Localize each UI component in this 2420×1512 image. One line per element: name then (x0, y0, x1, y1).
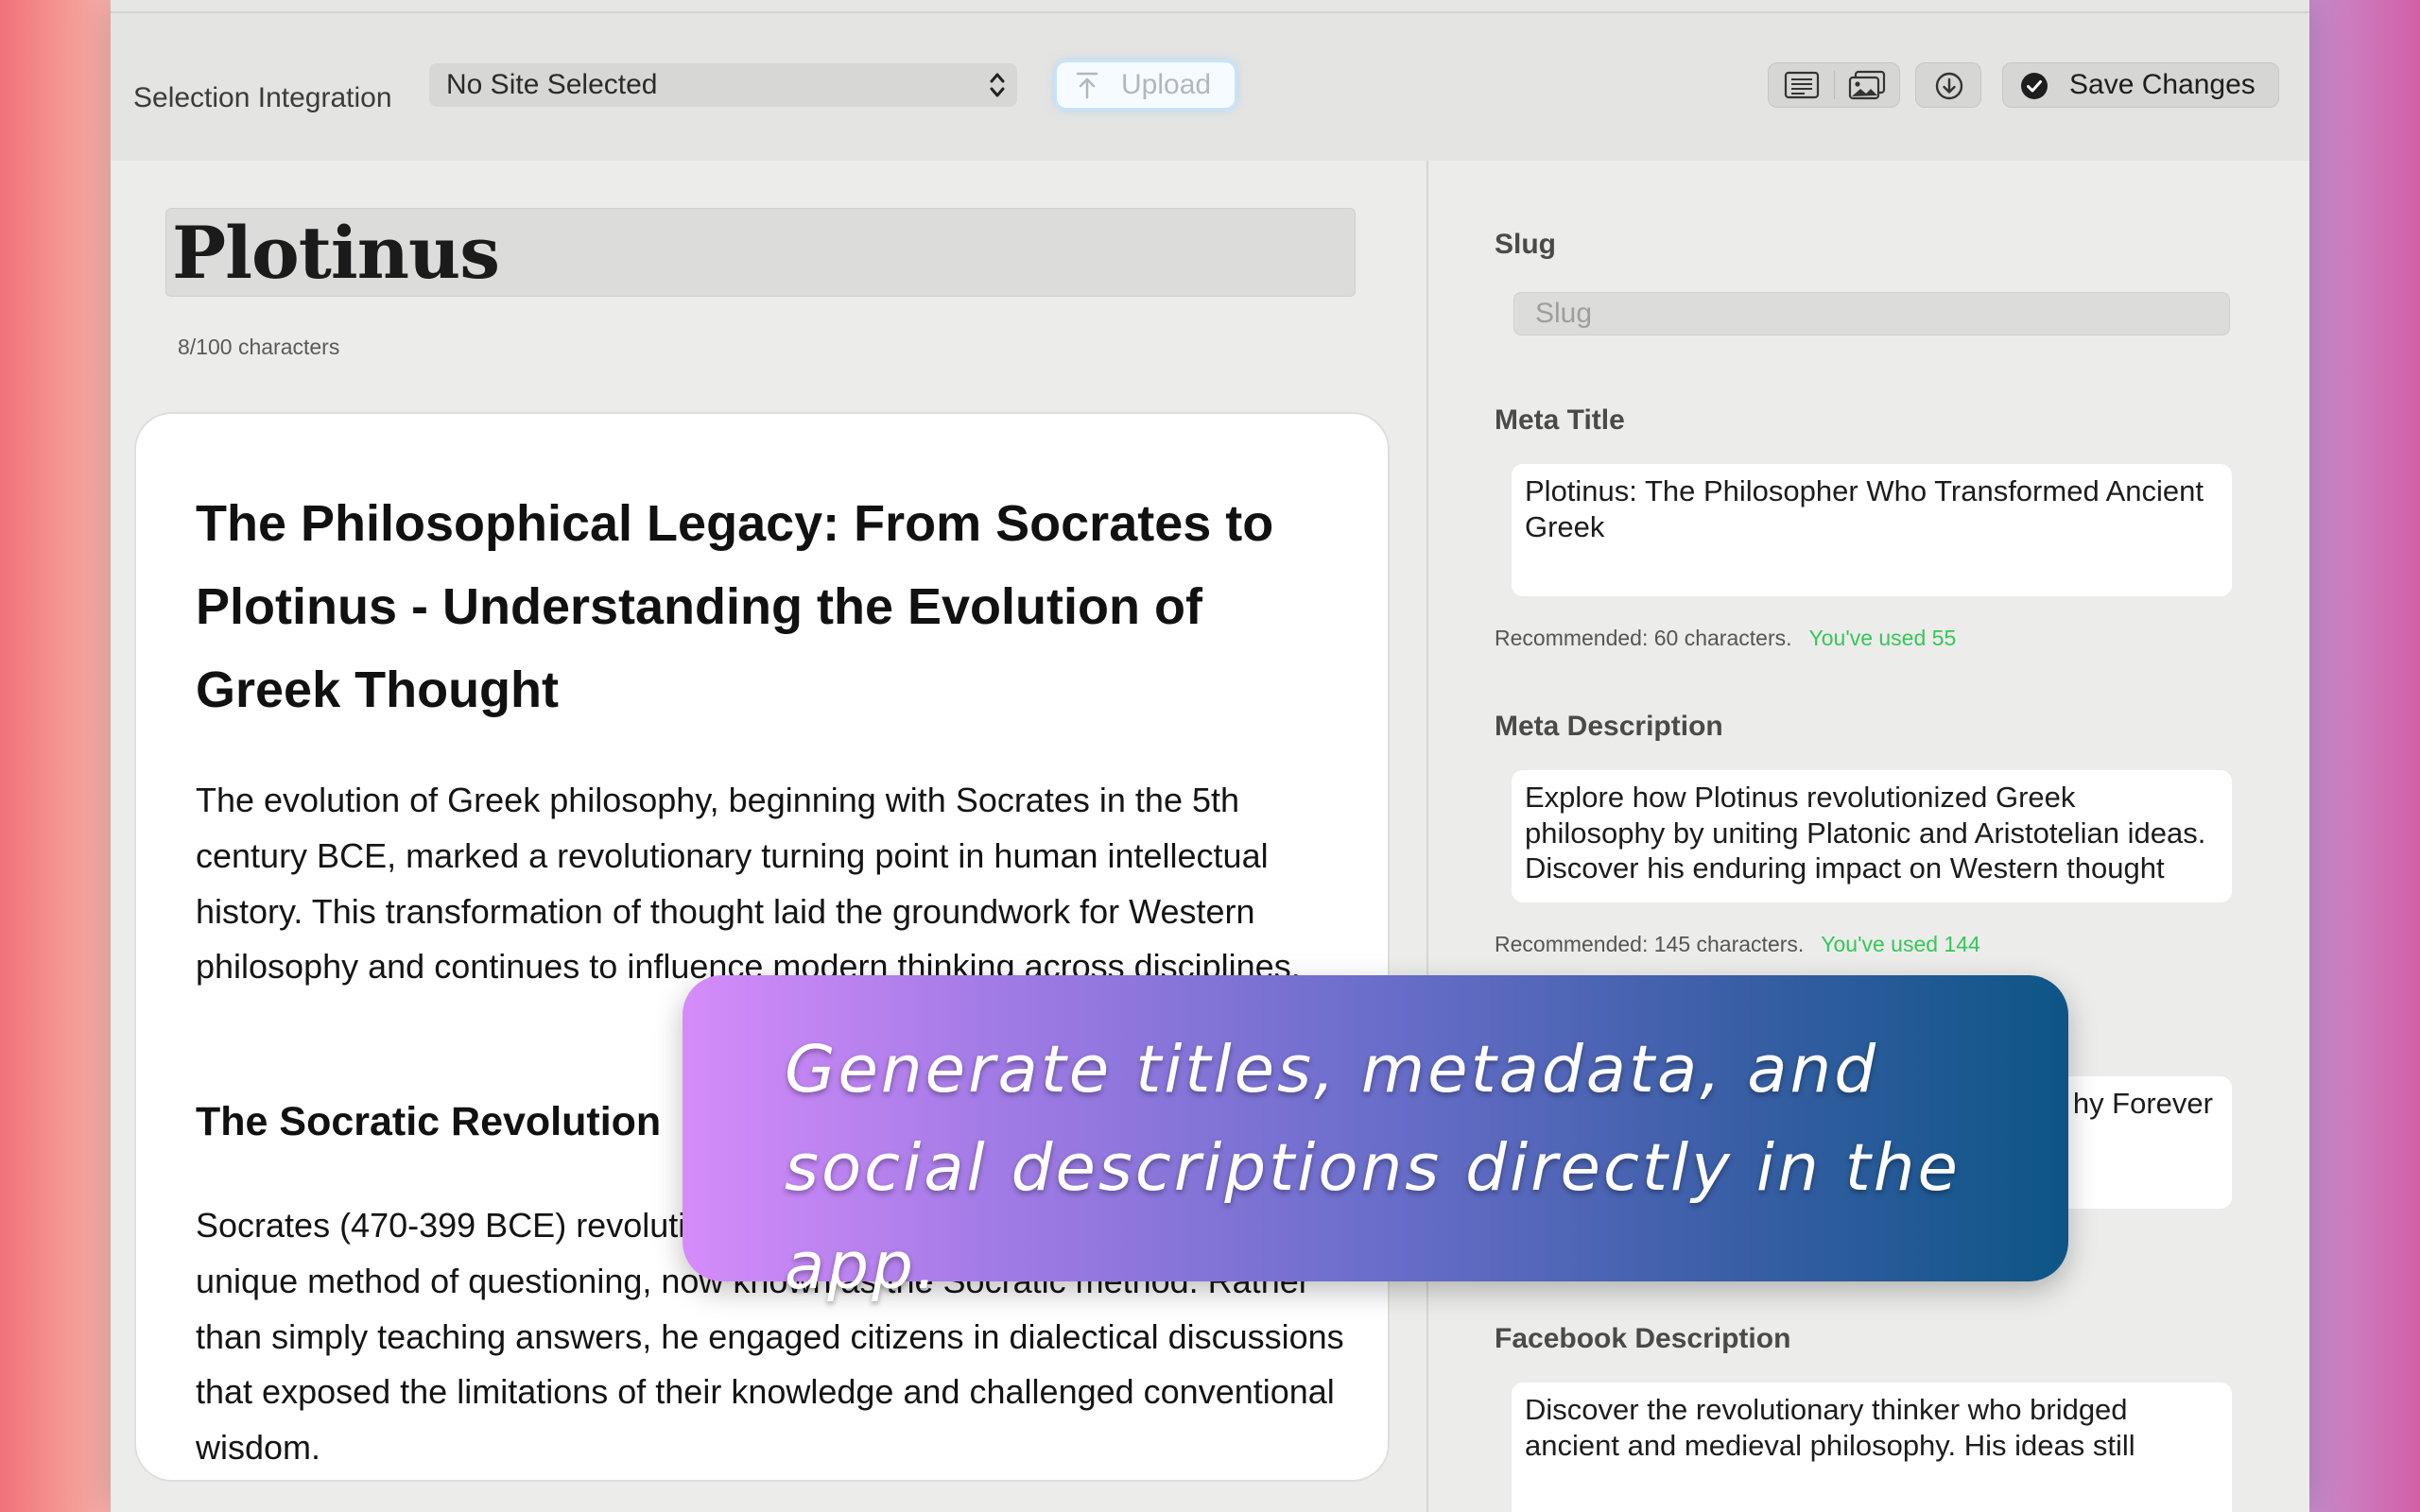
facebook-description-field[interactable]: Discover the revolutionary thinker who b… (1512, 1383, 2232, 1512)
title-char-count: 8/100 characters (178, 335, 340, 359)
checkmark-circle-icon (2021, 73, 2048, 99)
content-editor[interactable]: The Philosophical Legacy: From Socrates … (134, 412, 1390, 1482)
toolbar: Selection Integration No Site Selected U… (111, 13, 2309, 161)
download-icon (1935, 72, 1963, 100)
integration-label: Selection Integration (133, 82, 392, 113)
meta-title-label: Meta Title (1495, 404, 1625, 436)
facebook-description-label: Facebook Description (1495, 1323, 1791, 1354)
window-top-edge (111, 0, 2309, 13)
group-separator (1834, 71, 1835, 99)
text-view-icon[interactable] (1784, 71, 1820, 99)
view-toggle-group (1768, 62, 1900, 108)
meta-description-recommendation: Recommended: 145 characters. You've used … (1495, 932, 1980, 957)
download-button[interactable] (1915, 62, 1981, 108)
post-title-input[interactable]: Plotinus (165, 208, 1356, 297)
editor-heading: The Philosophical Legacy: From Socrates … (196, 495, 1274, 718)
upload-button[interactable]: Upload (1057, 62, 1235, 108)
image-view-icon[interactable] (1848, 70, 1886, 100)
meta-title-field[interactable]: Plotinus: The Philosopher Who Transforme… (1512, 464, 2232, 596)
save-changes-label: Save Changes (2069, 69, 2256, 100)
meta-description-label: Meta Description (1495, 711, 1723, 742)
slug-input[interactable]: Slug (1513, 292, 2230, 335)
meta-title-recommended: Recommended: 60 characters. (1495, 626, 1792, 650)
editor-paragraph: The evolution of Greek philosophy, begin… (196, 781, 1301, 987)
site-select-value: No Site Selected (446, 69, 658, 100)
site-select[interactable]: No Site Selected (429, 63, 1017, 107)
meta-description-used-count: You've used 144 (1821, 932, 1980, 956)
promo-caption-banner: Generate titles, metadata, and social de… (683, 975, 2068, 1304)
slug-label: Slug (1495, 229, 1556, 260)
meta-description-field[interactable]: Explore how Plotinus revolutionized Gree… (1512, 770, 2232, 902)
upload-label: Upload (1121, 69, 1212, 100)
social-title-visible-text: hy Forever (2072, 1087, 2213, 1120)
meta-title-used-count: You've used 55 (1808, 626, 1957, 650)
meta-title-recommendation: Recommended: 60 characters. You've used 5… (1495, 626, 1956, 651)
save-changes-button[interactable]: Save Changes (2002, 62, 2279, 108)
upload-arrow-icon (1076, 72, 1098, 99)
meta-description-recommended: Recommended: 145 characters. (1495, 932, 1805, 956)
chevron-updown-icon (990, 73, 1005, 97)
promo-caption-text: Generate titles, metadata, and social de… (785, 1032, 1961, 1304)
